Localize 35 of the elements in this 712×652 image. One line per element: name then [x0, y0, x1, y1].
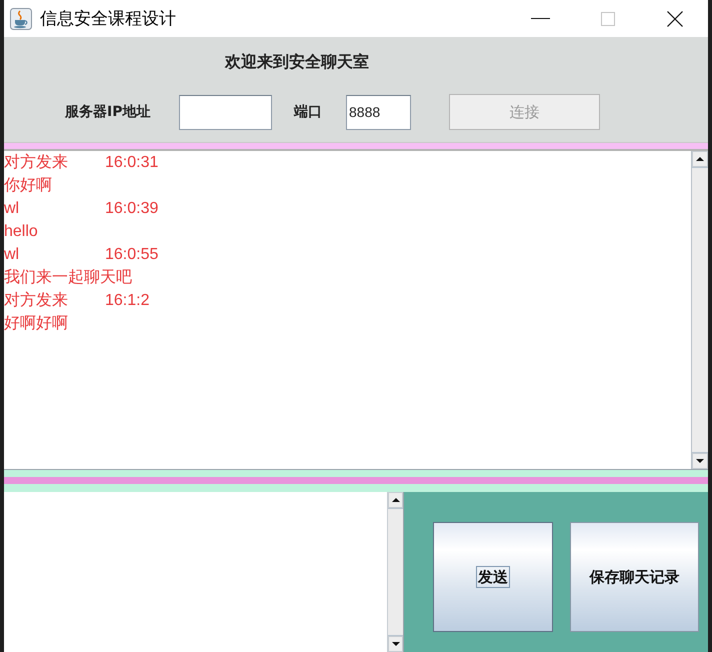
- save-history-button[interactable]: 保存聊天记录: [570, 522, 699, 632]
- message-time: 16:0:39: [105, 199, 158, 219]
- message-text: 你好啊: [4, 176, 52, 196]
- port-label: 端口: [294, 103, 322, 121]
- scroll-down-button[interactable]: [388, 636, 403, 652]
- message-time: 16:1:2: [105, 291, 150, 311]
- down-arrow-icon: [696, 459, 704, 463]
- message-sender: wl: [4, 199, 20, 219]
- message-text: 好啊好啊: [4, 314, 68, 334]
- port-field[interactable]: 8888: [346, 94, 411, 130]
- vertical-scrollbar[interactable]: [387, 492, 404, 652]
- server-ip-label: 服务器IP地址: [65, 103, 150, 121]
- server-ip-field[interactable]: [179, 94, 272, 130]
- down-arrow-icon: [392, 642, 400, 646]
- message-time: 16:0:55: [105, 245, 158, 265]
- scroll-down-button[interactable]: [692, 453, 708, 469]
- message-sender: 对方发来: [4, 152, 68, 173]
- message-text: hello: [4, 222, 38, 242]
- minimize-icon: [531, 18, 550, 19]
- send-button[interactable]: 发送: [433, 522, 553, 632]
- up-arrow-icon: [392, 498, 400, 502]
- scroll-up-button[interactable]: [692, 151, 708, 167]
- message-sender: wl: [4, 245, 20, 265]
- scroll-up-button[interactable]: [388, 492, 403, 508]
- message-input[interactable]: [4, 492, 387, 652]
- maximize-icon: [600, 12, 614, 26]
- window-title: 信息安全课程设计: [40, 8, 176, 30]
- close-icon: [666, 10, 682, 26]
- coffee-cup-icon: [10, 8, 32, 30]
- vertical-scrollbar[interactable]: [691, 151, 708, 469]
- message-text: 我们来一起聊天吧: [4, 268, 132, 288]
- welcome-heading: 欢迎来到安全聊天室: [225, 51, 369, 73]
- up-arrow-icon: [696, 157, 704, 161]
- message-time: 16:0:31: [105, 153, 158, 173]
- message-sender: 对方发来: [4, 290, 68, 311]
